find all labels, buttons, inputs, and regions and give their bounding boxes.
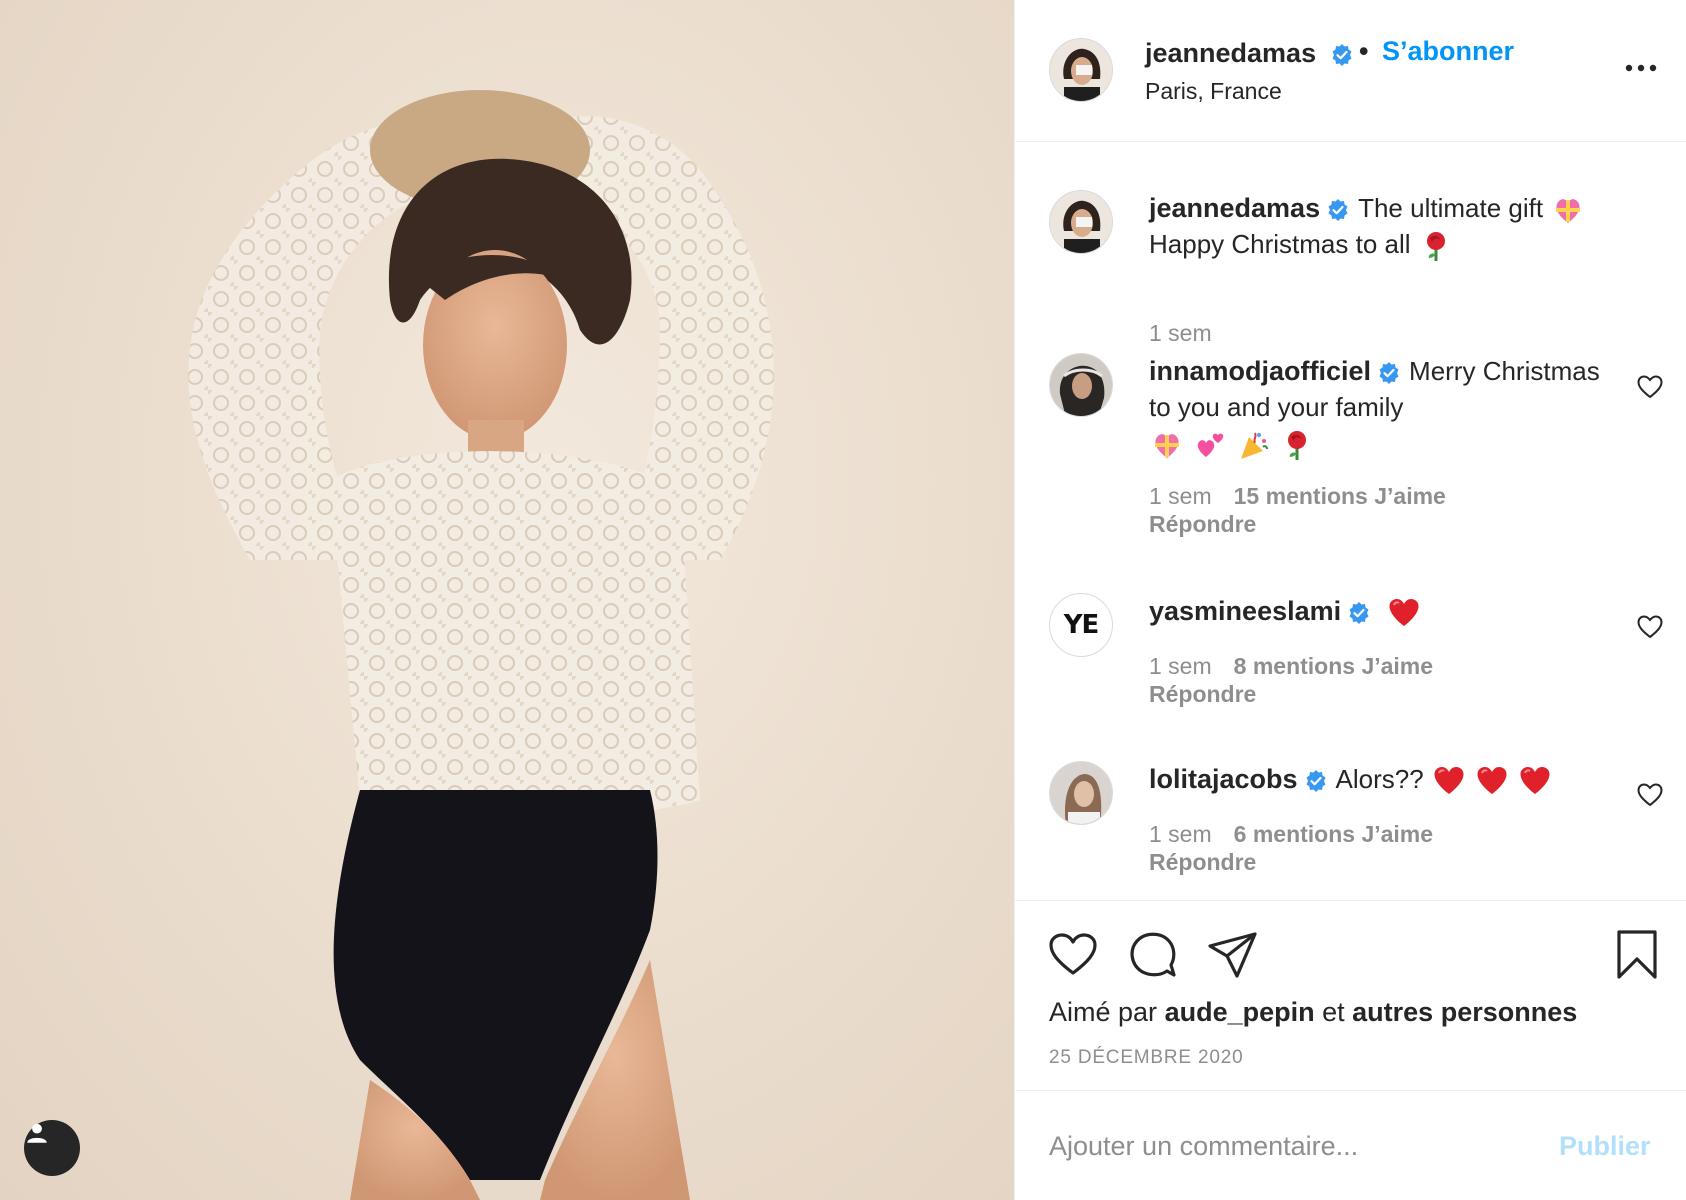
user-icon — [27, 1123, 47, 1143]
publish-button[interactable]: Publier — [1559, 1131, 1651, 1162]
avatar-image — [1050, 762, 1112, 824]
verified-badge-icon — [1332, 43, 1352, 66]
share-icon[interactable] — [1207, 929, 1259, 981]
reply-button[interactable]: Répondre — [1149, 849, 1256, 876]
liked-by-user[interactable]: aude_pepin — [1165, 997, 1315, 1027]
comment-time[interactable]: 1 sem — [1149, 653, 1212, 679]
verified-badge-icon — [1379, 362, 1399, 385]
commenter-avatar[interactable] — [1049, 353, 1113, 417]
commenter-username[interactable]: innamodjaofficiel — [1149, 356, 1371, 386]
comment-icon[interactable] — [1127, 929, 1179, 981]
author-username[interactable]: jeannedamas — [1145, 38, 1316, 68]
author-avatar[interactable] — [1049, 38, 1113, 102]
heart-icon[interactable] — [1047, 929, 1099, 981]
comment-meta: 1 sem 8 mentions J’aime — [1149, 653, 1433, 680]
comment-time[interactable]: 1 sem — [1149, 483, 1212, 509]
comment-text: Alors?? — [1335, 764, 1424, 794]
user-tag-button[interactable] — [24, 1120, 80, 1176]
comment-like-heart-icon[interactable] — [1637, 615, 1663, 639]
more-horizontal-icon[interactable] — [1621, 56, 1661, 80]
gift-heart-emoji — [1556, 199, 1581, 224]
avatar-image — [1050, 39, 1112, 101]
liked-by-prefix: Aimé par — [1049, 997, 1158, 1027]
follow-button[interactable]: S’abonner — [1382, 36, 1514, 66]
liked-by-and: et — [1322, 997, 1345, 1027]
photo-illustration — [188, 90, 774, 1200]
liked-by-others[interactable]: autres personnes — [1352, 997, 1577, 1027]
reply-button[interactable]: Répondre — [1149, 681, 1256, 708]
confetti-emoji — [1241, 432, 1269, 460]
comment-likes[interactable]: 8 mentions J’aime — [1234, 653, 1433, 679]
caption-time[interactable]: 1 sem — [1149, 320, 1212, 347]
verified-badge-icon — [1328, 199, 1348, 222]
post-side-panel: jeannedamas • S’abonner Paris, France je… — [1014, 0, 1686, 1200]
bookmark-icon[interactable] — [1611, 929, 1663, 981]
comment-likes[interactable]: 15 mentions J’aime — [1234, 483, 1446, 509]
comment-time[interactable]: 1 sem — [1149, 821, 1212, 847]
post-photo[interactable] — [0, 0, 1014, 1200]
post-date[interactable]: 25 DÉCEMBRE 2020 — [1049, 1047, 1243, 1069]
red-heart-emoji — [1477, 767, 1507, 795]
post-actions: Aimé par aude_pepin et autres personnes … — [1015, 900, 1686, 1090]
red-heart-emoji — [1520, 767, 1550, 795]
red-heart-emoji — [1434, 767, 1464, 795]
avatar-initials: YE — [1063, 610, 1100, 640]
caption-author-username[interactable]: jeannedamas — [1149, 193, 1320, 223]
caption-text-line1: The ultimate gift — [1358, 193, 1544, 223]
verified-badge-icon — [1349, 602, 1369, 625]
commenter-username[interactable]: yasmineeslami — [1149, 596, 1341, 626]
rose-emoji — [1426, 232, 1445, 262]
two-hearts-emoji — [1197, 433, 1224, 458]
comment-meta: 1 sem 6 mentions J’aime — [1149, 821, 1433, 848]
verified-badge-icon — [1306, 770, 1326, 793]
post-location[interactable]: Paris, France — [1145, 78, 1282, 105]
comment-input[interactable] — [1049, 1121, 1529, 1171]
comment-like-heart-icon[interactable] — [1637, 375, 1663, 399]
comment-meta: 1 sem 15 mentions J’aime — [1149, 483, 1446, 510]
commenter-avatar[interactable]: YE — [1049, 593, 1113, 657]
avatar-image — [1050, 354, 1112, 416]
rose-emoji — [1287, 431, 1306, 461]
red-heart-emoji — [1389, 599, 1419, 627]
commenter-username[interactable]: lolitajacobs — [1149, 764, 1298, 794]
follow-separator: • — [1359, 36, 1369, 66]
comment-likes[interactable]: 6 mentions J’aime — [1234, 821, 1433, 847]
add-comment-bar: Publier — [1015, 1090, 1686, 1200]
caption-author-avatar[interactable] — [1049, 190, 1113, 254]
reply-button[interactable]: Répondre — [1149, 511, 1256, 538]
comments-list[interactable]: jeannedamas The ultimate gift Happy Chris… — [1015, 143, 1686, 900]
post-header: jeannedamas • S’abonner Paris, France — [1015, 0, 1686, 142]
commenter-avatar[interactable] — [1049, 761, 1113, 825]
caption-text-line2: Happy Christmas to all — [1149, 229, 1411, 260]
comment-like-heart-icon[interactable] — [1637, 783, 1663, 807]
avatar-image — [1050, 191, 1112, 253]
liked-by-text: Aimé par aude_pepin et autres personnes — [1049, 997, 1577, 1028]
gift-heart-emoji — [1155, 434, 1179, 459]
